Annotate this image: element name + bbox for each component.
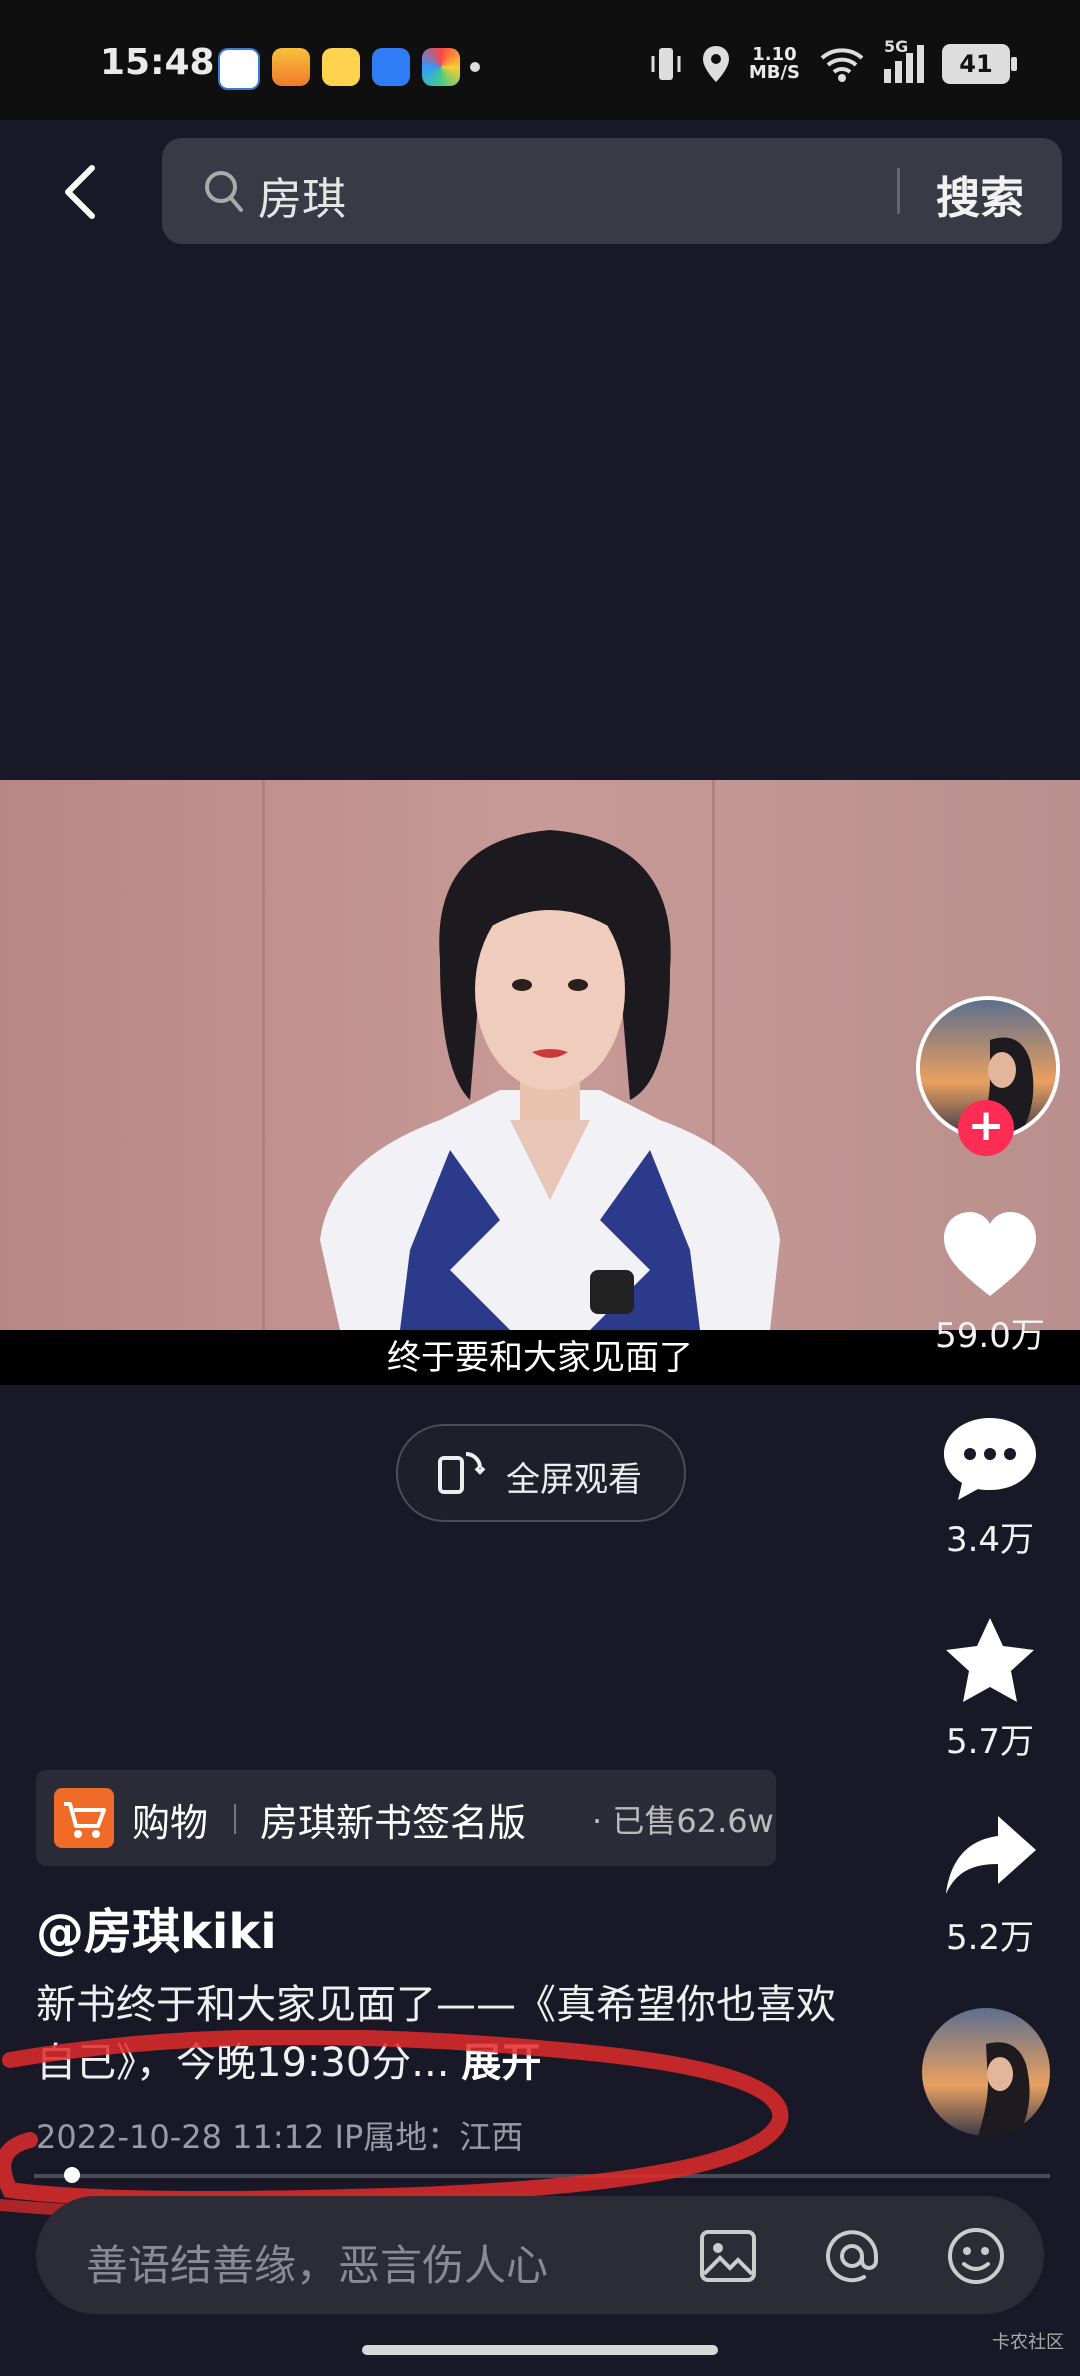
heart-icon xyxy=(944,1212,1036,1296)
expand-button[interactable]: 展开 xyxy=(461,2040,541,2086)
post-description: 新书终于和大家见面了——《真希望你也喜欢自己》，今晚19:30分... 展开 xyxy=(36,1976,836,2092)
more-notifications-icon xyxy=(470,62,480,72)
search-button[interactable]: 搜索 xyxy=(936,162,1024,226)
back-arrow-icon[interactable] xyxy=(52,162,112,222)
notification-icons xyxy=(218,48,460,90)
at-mention-icon[interactable] xyxy=(822,2226,882,2286)
shopping-card[interactable]: 购物 房琪新书签名版 · 已售62.6w xyxy=(36,1770,776,1866)
comment-bubble-icon xyxy=(944,1418,1036,1500)
shop-kind: 购物 xyxy=(132,1801,209,1845)
music-disc-avatar[interactable] xyxy=(922,2008,1050,2136)
wifi-icon xyxy=(820,48,864,82)
signal-bar xyxy=(917,45,924,83)
rotate-phone-icon xyxy=(438,1452,486,1494)
shop-separator xyxy=(234,1804,236,1834)
favorite-action[interactable]: 5.7万 xyxy=(910,1616,1070,1763)
comment-input[interactable]: 善语结善缘，恶言伤人心 xyxy=(86,2232,548,2293)
app-icon-blue xyxy=(372,48,410,86)
post-ip: IP属地：江西 xyxy=(334,2118,524,2156)
share-action[interactable]: 5.2万 xyxy=(910,1812,1070,1959)
network-type: 5G xyxy=(884,37,909,56)
wall-panel-line xyxy=(262,780,265,1330)
watermark: 卡农社区 xyxy=(992,2332,1064,2353)
share-count: 5.2万 xyxy=(945,1918,1035,1958)
comment-action[interactable]: 3.4万 xyxy=(910,1414,1070,1561)
signal-bar xyxy=(884,69,891,83)
comment-count: 3.4万 xyxy=(945,1520,1035,1560)
video-app-icon xyxy=(272,48,310,86)
signal-bar xyxy=(906,53,913,83)
post-date: 2022-10-28 11:12 xyxy=(36,2118,325,2156)
star-icon xyxy=(946,1618,1034,1702)
vibrate-icon xyxy=(651,48,681,80)
music-disc-image xyxy=(922,2008,1050,2136)
search-input[interactable]: 房琪 xyxy=(258,163,346,227)
net-speed-unit: MB/S xyxy=(748,62,800,83)
favorite-count: 5.7万 xyxy=(945,1722,1035,1762)
location-icon xyxy=(702,46,729,82)
post-meta: 2022-10-28 11:12 IP属地：江西 xyxy=(36,2112,523,2158)
signal-bar xyxy=(895,61,902,83)
clock: 15:48 xyxy=(100,42,215,83)
status-bar: 15:48 1.10 MB/S 5G 41 xyxy=(0,0,1080,120)
author-name[interactable]: @房琪kiki xyxy=(36,1892,277,1962)
like-action[interactable]: 59.0万 xyxy=(910,1210,1070,1357)
cloud-app-icon xyxy=(218,48,260,90)
search-icon xyxy=(205,171,243,212)
search-divider xyxy=(897,168,900,214)
battery-icon: 41 xyxy=(942,44,1017,84)
description-text: 新书终于和大家见面了——《真希望你也喜欢自己》，今晚19:30分... xyxy=(36,1982,836,2086)
follow-plus-button[interactable]: + xyxy=(958,1100,1014,1156)
app-icon-colorful xyxy=(422,48,460,86)
share-arrow-icon xyxy=(946,1816,1036,1894)
home-indicator[interactable] xyxy=(362,2345,718,2355)
fullscreen-button[interactable]: 全屏观看 xyxy=(396,1424,686,1522)
weibo-app-icon xyxy=(322,48,360,86)
shop-sold: · 已售62.6w xyxy=(592,1802,774,1840)
progress-knob[interactable] xyxy=(64,2167,80,2183)
video-person-image xyxy=(320,830,780,1330)
net-speed: 1.10 MB/S xyxy=(749,46,800,82)
emoji-icon[interactable] xyxy=(946,2226,1006,2286)
video-progress-bar[interactable] xyxy=(34,2167,1050,2183)
image-icon[interactable] xyxy=(698,2226,758,2286)
system-indicators: 1.10 MB/S 5G 41 xyxy=(649,37,1017,84)
comment-input-bar[interactable]: 善语结善缘，恶言伤人心 xyxy=(36,2196,1044,2314)
search-box[interactable]: 房琪 搜索 xyxy=(162,138,1062,244)
like-count: 59.0万 xyxy=(935,1316,1045,1356)
cart-glyph xyxy=(64,1802,106,1838)
fullscreen-label: 全屏观看 xyxy=(506,1460,642,1500)
top-bar: 房琪 搜索 xyxy=(0,120,1080,260)
shop-title: 房琪新书签名版 xyxy=(260,1801,527,1845)
shopping-cart-icon xyxy=(54,1788,114,1848)
cell-signal: 5G xyxy=(884,37,924,83)
